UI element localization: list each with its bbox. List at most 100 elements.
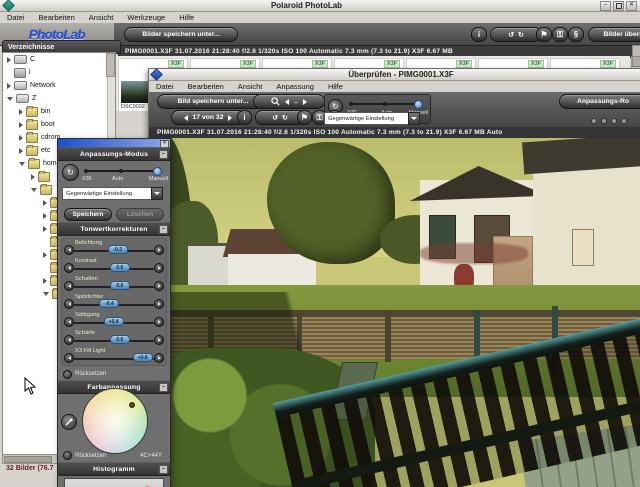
main-titlebar[interactable]: Polaroid PhotoLab – ✕	[0, 0, 640, 12]
mode-slider-track[interactable]	[349, 103, 422, 105]
slider-right-arrow[interactable]	[154, 353, 164, 363]
slider-handle[interactable]: +0.4	[104, 317, 124, 326]
preset-dropdown[interactable]: Gegenwärtige Einstellung	[62, 187, 155, 200]
zoom-controls[interactable]: ‥	[253, 94, 325, 109]
collapse-icon[interactable]: –	[159, 225, 168, 234]
delete-button[interactable]: Löschen	[116, 208, 164, 221]
mode-label-manuell[interactable]: Manuell	[149, 176, 168, 182]
slider-handle[interactable]: -0.3	[108, 245, 128, 254]
image-nav[interactable]: 17 von 32	[171, 110, 245, 125]
menu-ansicht[interactable]: Ansicht	[82, 13, 121, 22]
collapse-icon[interactable]	[19, 162, 25, 166]
save-images-button[interactable]: Bilder speichern unter...	[124, 27, 238, 42]
review-titlebar[interactable]: Überprüfen - PIMG0001.X3F	[149, 69, 640, 81]
info-icon[interactable]: i	[237, 110, 252, 125]
preset-dropdown-button[interactable]	[408, 112, 420, 125]
expand-icon[interactable]	[7, 83, 11, 89]
adjust-rotation-button[interactable]: Anpassungs-Ro	[559, 94, 640, 109]
reset-label[interactable]: Rücksetzen	[75, 371, 106, 377]
tree-item-bin[interactable]: bin	[3, 105, 115, 118]
panel-mode-track[interactable]	[84, 170, 160, 172]
expand-icon[interactable]	[31, 174, 35, 180]
panel-mode-handle[interactable]	[153, 167, 162, 176]
close-icon[interactable]: ✕	[626, 1, 637, 11]
expand-icon[interactable]	[7, 57, 11, 63]
expand-icon[interactable]	[43, 213, 47, 219]
slider-left-arrow[interactable]	[64, 281, 74, 291]
mode-reset-icon[interactable]: ↻	[62, 164, 79, 181]
menu-hilfe[interactable]: Hilfe	[172, 13, 201, 22]
reset-button[interactable]	[63, 370, 72, 379]
expand-icon[interactable]	[19, 135, 23, 141]
slider-right-arrow[interactable]	[154, 263, 164, 273]
prev-image-icon[interactable]	[184, 115, 188, 121]
rotate-left-icon[interactable]: ↺	[508, 31, 514, 39]
zoom-in-icon[interactable]	[303, 99, 307, 105]
slider-right-arrow[interactable]	[154, 245, 164, 255]
menu-datei[interactable]: Datei	[0, 13, 32, 22]
expand-icon[interactable]	[19, 148, 23, 154]
panel-titlebar[interactable]: ✕	[58, 139, 170, 147]
slider-right-arrow[interactable]	[154, 317, 164, 327]
preset-dropdown[interactable]: Gegenwärtige Einstellung	[324, 112, 413, 125]
protect-icon[interactable]: §	[568, 27, 584, 42]
mode-label-x3f[interactable]: X3F	[82, 176, 92, 182]
slider-left-arrow[interactable]	[64, 353, 74, 363]
magnifier-icon[interactable]	[271, 97, 280, 106]
slider-left-arrow[interactable]	[64, 263, 74, 273]
slider-right-arrow[interactable]	[154, 299, 164, 309]
rw-menu-anpassung[interactable]: Anpassung	[269, 82, 321, 91]
slider-left-arrow[interactable]	[64, 245, 74, 255]
expand-icon[interactable]	[19, 122, 23, 128]
zoom-out-icon[interactable]	[285, 99, 289, 105]
flag-icon[interactable]: ⚑	[297, 110, 312, 125]
expand-icon[interactable]	[43, 278, 47, 284]
menu-werkzeuge[interactable]: Werkzeuge	[120, 13, 172, 22]
collapse-icon[interactable]: –	[159, 150, 168, 159]
rw-menu-hilfe[interactable]: Hilfe	[321, 82, 350, 91]
expand-icon[interactable]	[43, 226, 47, 232]
slider-left-arrow[interactable]	[64, 299, 74, 309]
menu-bearbeiten[interactable]: Bearbeiten	[32, 13, 82, 22]
tree-item-boot[interactable]: boot	[3, 118, 115, 131]
expand-icon[interactable]	[43, 200, 47, 206]
reset-label[interactable]: Rücksetzen	[75, 453, 106, 459]
maximize-icon[interactable]	[613, 1, 624, 11]
collapse-icon[interactable]	[7, 97, 13, 101]
collapse-icon[interactable]: –	[159, 465, 168, 474]
color-wheel[interactable]	[82, 388, 148, 454]
minimize-icon[interactable]: –	[600, 1, 611, 11]
rw-menu-bearbeiten[interactable]: Bearbeiten	[181, 82, 231, 91]
review-images-button[interactable]: Bilder überprüfen	[588, 27, 640, 42]
collapse-icon[interactable]	[43, 292, 49, 296]
mode-slider-handle[interactable]	[414, 100, 423, 109]
flag-icon[interactable]: ⚑	[536, 27, 552, 42]
tree-scroll-thumb[interactable]	[106, 53, 115, 77]
rw-menu-ansicht[interactable]: Ansicht	[231, 82, 270, 91]
scroll-up-icon[interactable]	[632, 56, 640, 67]
tree-item-c[interactable]: C	[3, 53, 115, 66]
collapse-icon[interactable]	[31, 188, 37, 192]
slider-right-arrow[interactable]	[154, 335, 164, 345]
slider-left-arrow[interactable]	[64, 335, 74, 345]
slider-handle[interactable]: 0.0	[110, 263, 130, 272]
mode-label-auto[interactable]: Auto	[112, 176, 123, 182]
collapse-icon[interactable]: –	[159, 383, 168, 392]
slider-handle[interactable]: 0.0	[110, 335, 130, 344]
slider-handle[interactable]: +0.6	[133, 353, 153, 362]
rotate-right-icon[interactable]: ↻	[518, 31, 524, 39]
eyedropper-icon[interactable]	[61, 414, 77, 430]
expand-icon[interactable]	[43, 252, 47, 258]
tree-item-network[interactable]: Network	[3, 79, 115, 92]
key-icon[interactable]: ⚿	[552, 27, 568, 42]
reset-button[interactable]	[63, 451, 72, 460]
slider-right-arrow[interactable]	[154, 281, 164, 291]
expand-icon[interactable]	[19, 109, 23, 115]
rotate-left-icon[interactable]: ↺	[272, 114, 278, 122]
tree-item-i[interactable]: i	[3, 66, 115, 79]
slider-left-arrow[interactable]	[64, 317, 74, 327]
rw-menu-datei[interactable]: Datei	[149, 82, 181, 91]
info-icon[interactable]: i	[471, 27, 487, 42]
next-image-icon[interactable]	[228, 115, 232, 121]
rotate-right-icon[interactable]: ↻	[282, 114, 288, 122]
